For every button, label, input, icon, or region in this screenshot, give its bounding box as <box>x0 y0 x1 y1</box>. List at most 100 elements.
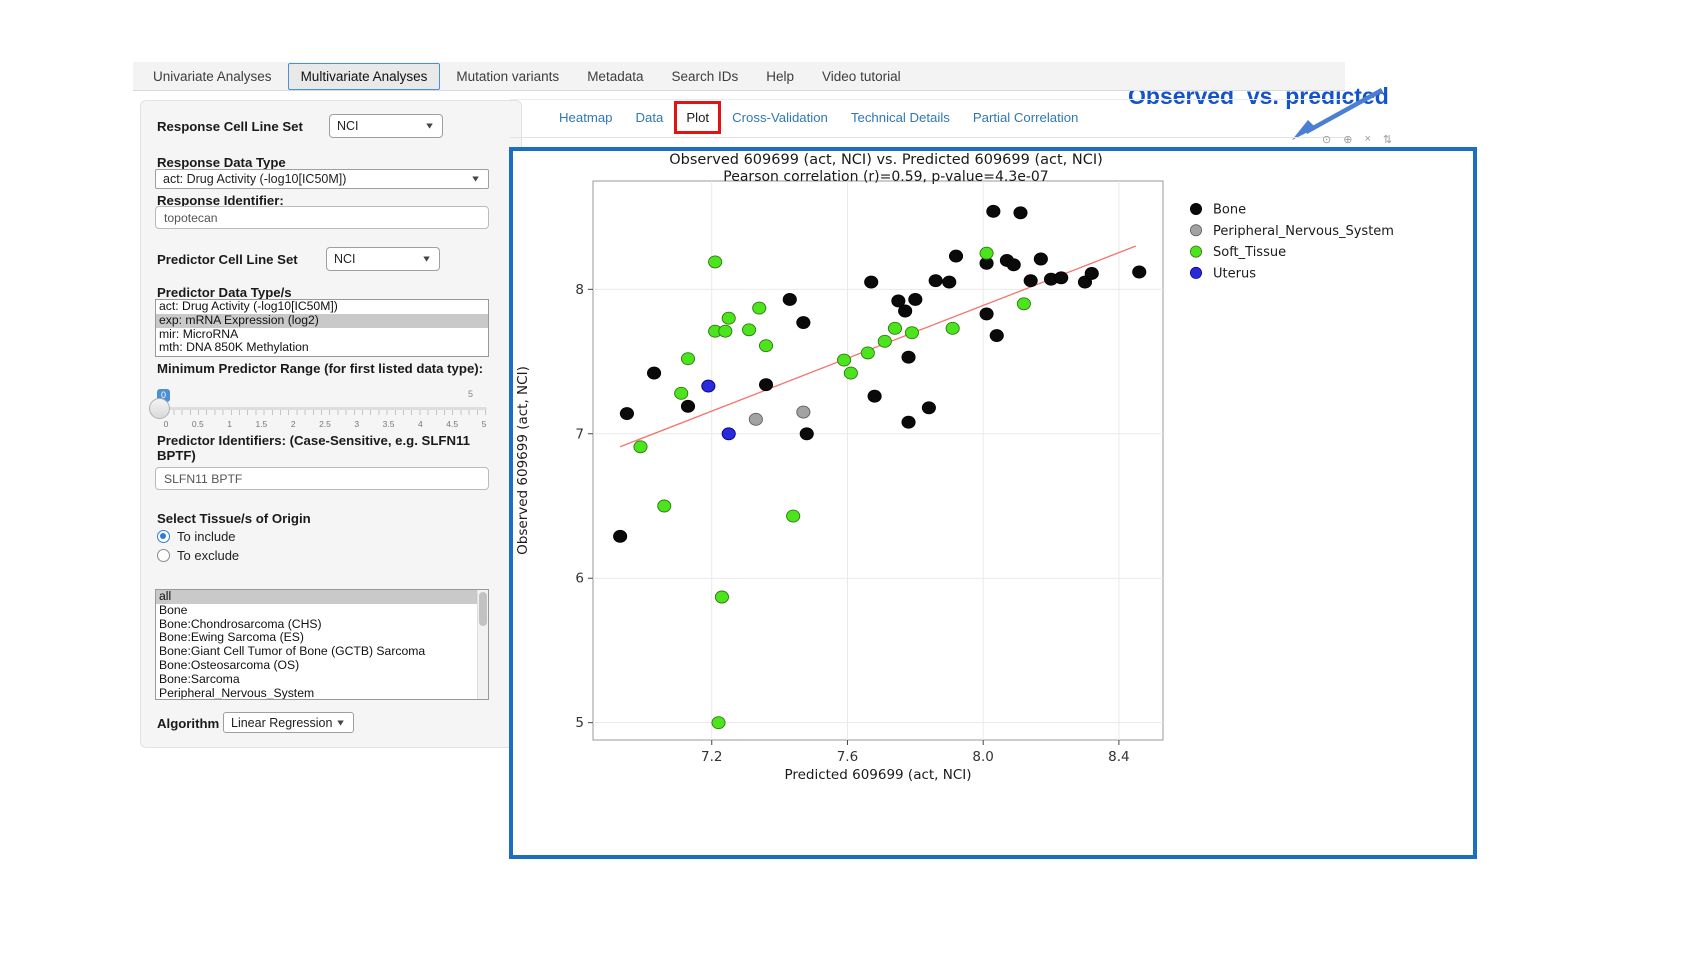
scatter-point-bone <box>620 408 633 420</box>
scatter-point-soft_tissue <box>1017 298 1030 310</box>
scatter-point-soft_tissue <box>742 324 755 336</box>
scatter-point-bone <box>943 276 956 288</box>
slider-tick-marks <box>157 410 487 415</box>
radio-to-exclude[interactable]: To exclude <box>157 548 239 563</box>
radio-label: To exclude <box>177 548 239 563</box>
predictor-data-type-option[interactable]: exp: mRNA Expression (log2) <box>156 314 488 328</box>
zoom-icon[interactable]: ⊕ <box>1343 133 1352 146</box>
slider-tick-label: 0.5 <box>189 419 207 429</box>
slider-tick-label: 3 <box>348 419 366 429</box>
scatter-point-soft_tissue <box>844 367 857 379</box>
min-predictor-range-label: Minimum Predictor Range (for first liste… <box>157 361 497 376</box>
sidebar-panel: Response Cell Line Set NCI▼ Response Dat… <box>140 100 522 748</box>
scatter-point-bone <box>800 428 813 440</box>
tab-cross-validation[interactable]: Cross-Validation <box>731 108 829 127</box>
result-tabs: Heatmap Data Plot Cross-Validation Technical… <box>558 108 1079 127</box>
listbox-scrollbar[interactable] <box>477 590 488 699</box>
scatter-point-bone <box>1014 207 1027 219</box>
predictor-cell-line-set-select[interactable]: NCI▼ <box>326 247 440 271</box>
nav-tab[interactable]: Mutation variants <box>444 64 571 89</box>
legend-label[interactable]: Soft_Tissue <box>1213 245 1286 260</box>
scatter-point-bone <box>865 276 878 288</box>
scatter-point-bone <box>614 530 627 542</box>
response-cell-line-set-select[interactable]: NCI▼ <box>329 114 443 138</box>
algorithm-select[interactable]: Linear Regression▼ <box>223 712 354 733</box>
divider <box>510 99 1346 100</box>
scatter-point-bone <box>1133 266 1146 278</box>
response-data-type-select[interactable]: act: Drug Activity (-log10[IC50M])▼ <box>155 169 489 189</box>
tissue-option[interactable]: Bone:Sarcoma <box>156 673 488 687</box>
tissue-option[interactable]: Bone:Giant Cell Tumor of Bone (GCTB) Sar… <box>156 645 488 659</box>
scatter-point-bone <box>1085 267 1098 279</box>
legend-label[interactable]: Bone <box>1213 203 1246 218</box>
nav-tab[interactable]: Multivariate Analyses <box>288 63 441 90</box>
chevron-down-icon: ▼ <box>424 121 435 131</box>
tab-data[interactable]: Data <box>635 108 665 127</box>
predictor-cell-line-set-label: Predictor Cell Line Set <box>157 252 298 267</box>
tissue-option[interactable]: Peripheral_Nervous_System <box>156 687 488 700</box>
nav-tab[interactable]: Search IDs <box>659 64 750 89</box>
tissue-origin-label: Select Tissue/s of Origin <box>157 511 311 526</box>
scatter-point-soft_tissue <box>675 387 688 399</box>
predictor-identifiers-input[interactable] <box>155 467 489 490</box>
slider-max-label: 5 <box>468 389 473 399</box>
nav-tab[interactable]: Univariate Analyses <box>141 64 284 89</box>
scatter-point-bone <box>899 305 912 317</box>
scatter-point-soft_tissue <box>878 335 891 347</box>
expand-icon[interactable]: ⇅ <box>1383 133 1392 146</box>
scatter-point-soft_tissue <box>753 302 766 314</box>
tab-plot[interactable]: Plot <box>685 108 710 127</box>
slider-tick-label: 4 <box>411 419 429 429</box>
x-tick-label: 8.0 <box>972 749 993 765</box>
radio-to-include[interactable]: To include <box>157 529 236 544</box>
tissue-option[interactable]: Bone:Ewing Sarcoma (ES) <box>156 631 488 645</box>
scatter-point-bone <box>922 402 935 414</box>
response-cell-line-set-label: Response Cell Line Set <box>157 119 303 134</box>
response-identifier-input[interactable] <box>155 206 489 229</box>
response-data-type-value: act: Drug Activity (-log10[IC50M]) <box>163 172 346 186</box>
tissue-option[interactable]: all <box>156 590 488 604</box>
slider-tick-label: 5 <box>475 419 493 429</box>
legend-marker-icon <box>1190 246 1201 257</box>
scatter-point-soft_tissue <box>980 247 993 259</box>
algorithm-value: Linear Regression <box>231 716 332 730</box>
tissue-option[interactable]: Bone:Osteosarcoma (OS) <box>156 659 488 673</box>
chart-title: Observed 609699 (act, NCI) vs. Predicted… <box>669 152 1103 168</box>
scatter-point-bone <box>647 367 660 379</box>
scatter-point-bone <box>987 205 1000 217</box>
scatter-point-uterus <box>722 428 735 440</box>
legend-label[interactable]: Peripheral_Nervous_System <box>1213 224 1394 239</box>
scatter-point-soft_tissue <box>888 322 901 334</box>
nav-tab[interactable]: Video tutorial <box>810 64 913 89</box>
scrollbar-thumb[interactable] <box>479 592 487 626</box>
scatter-point-soft_tissue <box>712 717 725 729</box>
slider-tick-label: 2 <box>284 419 302 429</box>
radio-icon <box>157 549 170 562</box>
scatter-point-soft_tissue <box>787 510 800 522</box>
camera-icon[interactable]: ⊙ <box>1322 133 1331 146</box>
divider <box>510 137 1346 138</box>
slider-handle[interactable] <box>149 398 170 419</box>
chevron-down-icon: ▼ <box>335 718 346 728</box>
x-axis-title: Predicted 609699 (act, NCI) <box>784 767 971 783</box>
close-icon[interactable]: × <box>1364 133 1370 146</box>
tab-heatmap[interactable]: Heatmap <box>558 108 614 127</box>
predictor-data-type-option[interactable]: mth: DNA 850K Methylation <box>156 341 488 355</box>
scatter-point-bone <box>1034 253 1047 265</box>
tissue-option[interactable]: Bone <box>156 604 488 618</box>
slider-tick-label: 2.5 <box>316 419 334 429</box>
predictor-data-type-option[interactable]: mir: MicroRNA <box>156 328 488 342</box>
tab-technical-details[interactable]: Technical Details <box>850 108 951 127</box>
slider-tick-labels: 00.511.522.533.544.55 <box>157 419 493 429</box>
predictor-data-type-option[interactable]: act: Drug Activity (-log10[IC50M]) <box>156 300 488 314</box>
tab-partial-correlation[interactable]: Partial Correlation <box>972 108 1080 127</box>
nav-tab[interactable]: Help <box>754 64 806 89</box>
chart-subtitle: Pearson correlation (r)=0.59, p-value=4.… <box>723 169 1048 185</box>
legend-label[interactable]: Uterus <box>1213 266 1256 281</box>
tissue-option[interactable]: Bone:Chondrosarcoma (CHS) <box>156 618 488 632</box>
nav-tab[interactable]: Metadata <box>575 64 655 89</box>
scatter-point-bone <box>980 308 993 320</box>
scatter-point-bone <box>759 379 772 391</box>
scatter-point-soft_tissue <box>759 340 772 352</box>
y-tick-label: 5 <box>575 715 584 731</box>
